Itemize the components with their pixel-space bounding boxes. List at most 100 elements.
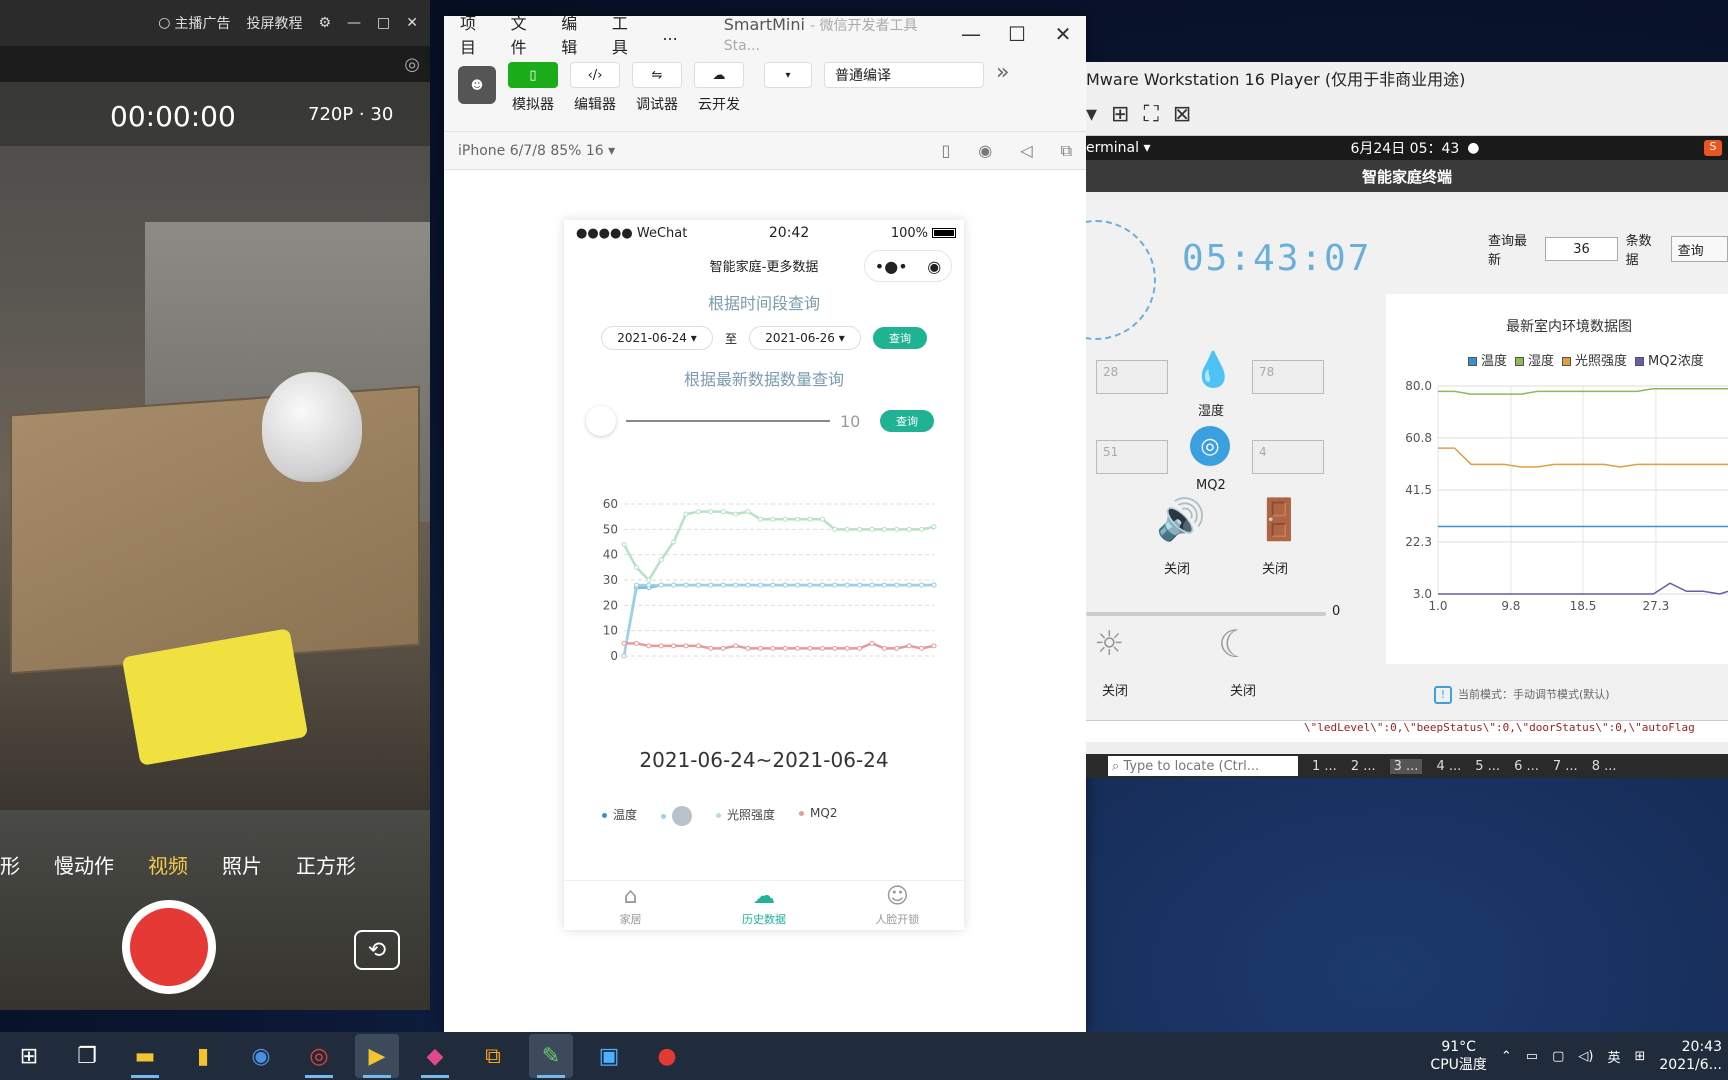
terminal-menu[interactable]: erminal ▾	[1086, 140, 1150, 156]
cpu-temp-widget[interactable]: 91°C CPU温度	[1430, 1038, 1486, 1074]
eye-icon[interactable]: ◎	[404, 54, 420, 75]
battery-icon[interactable]: ▭	[1526, 1049, 1538, 1064]
record-app-icon[interactable]: ●	[645, 1034, 689, 1078]
task-tab[interactable]: 2 ...	[1351, 759, 1376, 774]
switch-camera-icon[interactable]: ⟲	[354, 930, 400, 970]
task-tab[interactable]: 5 ...	[1475, 759, 1500, 774]
task-tab[interactable]: 8 ...	[1592, 759, 1617, 774]
data-point	[857, 582, 863, 588]
date-from-picker[interactable]: 2021-06-24 ▾	[600, 326, 713, 350]
camera-window: ○ 主播广告 投屏教程 ⚙ — □ ✕ ◎ 00:00:00 720P · 30…	[0, 0, 430, 1010]
mode-item-active[interactable]: 视频	[148, 850, 188, 879]
recorder-app-icon[interactable]: ▶	[355, 1034, 399, 1078]
tab-home[interactable]: ⌂ 家居	[564, 881, 697, 930]
date-query-button[interactable]: 查询	[873, 327, 927, 349]
auto-mode-icon[interactable]: ☼	[1094, 624, 1124, 664]
menu-project[interactable]: 项目	[460, 10, 491, 58]
gas-sensor-icon: ◎	[1190, 426, 1230, 466]
menu-file[interactable]: 文件	[511, 10, 542, 58]
mode-dropdown[interactable]: ▾	[764, 62, 812, 88]
tab-history[interactable]: ☁ 历史数据	[697, 881, 830, 930]
browser-icon[interactable]: ◉	[239, 1034, 283, 1078]
wechat-devtools-icon[interactable]: ✎	[529, 1034, 573, 1078]
task-tab-active[interactable]: 3 ...	[1389, 758, 1423, 774]
compile-mode-select[interactable]: 普通编译	[824, 62, 984, 88]
network-icon[interactable]: ▢	[1552, 1049, 1564, 1064]
menu-tools[interactable]: 工具	[612, 10, 643, 58]
minimize-icon[interactable]: —	[948, 22, 994, 46]
ad-toggle[interactable]: ○ 主播广告	[158, 13, 230, 33]
maximize-icon[interactable]: ☐	[994, 22, 1040, 46]
speaker-icon[interactable]: ◁	[1020, 141, 1032, 161]
menu-edit[interactable]: 编辑	[561, 10, 592, 58]
count-query-button[interactable]: 查询	[880, 410, 934, 432]
chevron-right-icon[interactable]: »	[996, 60, 1009, 85]
task-view-icon[interactable]: ❐	[65, 1034, 109, 1078]
slider-track[interactable]	[626, 420, 830, 422]
locate-input[interactable]: ⌕ Type to locate (Ctrl...	[1108, 756, 1298, 776]
simulator-tool[interactable]: ▯ 模拟器	[508, 62, 558, 114]
led-slider[interactable]	[1086, 612, 1326, 616]
night-mode-icon[interactable]: ☾	[1218, 622, 1252, 666]
notes-icon[interactable]: ▮	[181, 1034, 225, 1078]
mode-item[interactable]: 慢动作	[54, 850, 114, 879]
mode-item[interactable]: 照片	[222, 850, 262, 879]
minimize-icon[interactable]: —	[347, 15, 361, 31]
avatar[interactable]: ☻	[458, 66, 496, 104]
tutorial-link[interactable]: 投屏教程	[246, 13, 302, 33]
terminal-app-icon[interactable]: ▣	[587, 1034, 631, 1078]
slider-knob[interactable]	[586, 406, 616, 436]
data-point	[695, 509, 701, 515]
vmware-icon[interactable]: ⧉	[471, 1034, 515, 1078]
task-tab[interactable]: 6 ...	[1514, 759, 1539, 774]
close-icon[interactable]: ✕	[1040, 22, 1086, 46]
record-button[interactable]	[122, 900, 216, 994]
ubuntu-clock[interactable]: 6月24日 05：43	[1350, 138, 1459, 158]
ime-indicator[interactable]: 英	[1607, 1047, 1620, 1066]
query-count-input[interactable]: 36	[1545, 237, 1618, 261]
cloud-tool[interactable]: ☁ 云开发	[694, 62, 744, 114]
menu-more[interactable]: ...	[662, 25, 677, 44]
resolution-label[interactable]: 720P · 30	[308, 104, 393, 125]
intellij-icon[interactable]: ◆	[413, 1034, 457, 1078]
ubuntu-tray-icon[interactable]: S	[1704, 140, 1722, 156]
close-target-icon[interactable]: ◉	[927, 257, 941, 276]
speaker-icon[interactable]: 🔊	[1156, 496, 1206, 543]
phone-icon[interactable]: ▯	[941, 141, 950, 161]
legend-item[interactable]: MQ2	[799, 806, 837, 826]
tab-face-unlock[interactable]: ☺ 人脸开锁	[831, 881, 964, 930]
chevron-up-icon[interactable]: ⌃	[1501, 1049, 1512, 1064]
task-tab[interactable]: 1 ...	[1312, 759, 1337, 774]
task-tab[interactable]: 4 ...	[1436, 759, 1461, 774]
editor-tool[interactable]: ‹/› 编辑器	[570, 62, 620, 114]
maximize-icon[interactable]: □	[377, 15, 390, 31]
mode-item[interactable]: 正方形	[296, 850, 356, 879]
legend-item[interactable]: 温度	[602, 806, 637, 826]
chrome-icon[interactable]: ◎	[297, 1034, 341, 1078]
fullscreen-icon[interactable]: ⛶	[1143, 102, 1158, 127]
tab-label: 历史数据	[741, 912, 786, 926]
keyboard-icon[interactable]: ⊞	[1634, 1049, 1645, 1064]
debugger-tool[interactable]: ⇋ 调试器	[632, 62, 682, 114]
taskbar-clock[interactable]: 20:43 2021/6...	[1659, 1038, 1722, 1074]
task-tab[interactable]: 7 ...	[1553, 759, 1578, 774]
door-icon[interactable]: 🚪	[1254, 496, 1304, 543]
stop-icon[interactable]: ◉	[978, 141, 992, 161]
legend-item[interactable]: 光照强度	[716, 806, 775, 826]
data-point	[919, 645, 925, 651]
unity-icon[interactable]: ⊠	[1173, 102, 1191, 127]
date-to-picker[interactable]: 2021-06-26 ▾	[749, 326, 861, 350]
popout-icon[interactable]: ⧉	[1061, 141, 1072, 161]
query-button[interactable]: 查询	[1670, 236, 1728, 262]
mode-item[interactable]: 形	[0, 850, 20, 879]
more-icon[interactable]: •●•	[875, 257, 908, 276]
file-explorer-icon[interactable]: ▬	[123, 1034, 167, 1078]
dropdown-icon[interactable]: ▾	[1086, 102, 1097, 127]
volume-icon[interactable]: ◁)	[1578, 1049, 1593, 1064]
gear-icon[interactable]: ⚙	[318, 15, 331, 31]
network-icon[interactable]: ⊞	[1111, 102, 1129, 127]
close-icon[interactable]: ✕	[406, 15, 418, 31]
legend-item[interactable]	[661, 806, 693, 826]
start-icon[interactable]: ⊞	[7, 1034, 51, 1078]
device-select[interactable]: iPhone 6/7/8 85% 16 ▾	[458, 143, 615, 159]
